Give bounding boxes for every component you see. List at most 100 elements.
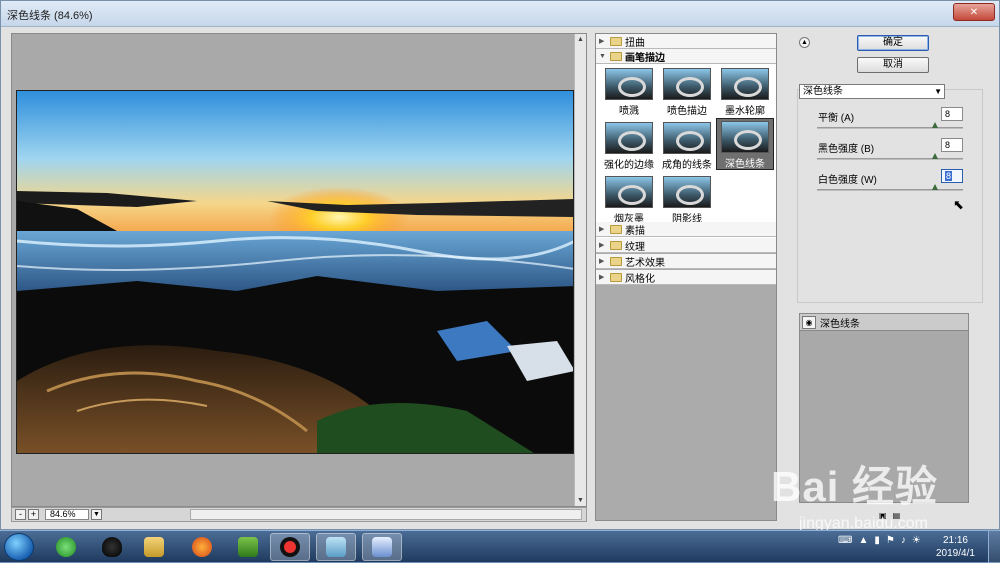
chevron-down-icon: ▼ bbox=[93, 511, 100, 518]
balance-slider-handle[interactable] bbox=[932, 122, 938, 128]
thumb-label: 成角的线条 bbox=[662, 160, 712, 171]
volume-icon[interactable]: ♪ bbox=[901, 535, 906, 546]
new-layer-icon[interactable]: ▣ bbox=[879, 511, 887, 520]
photoshop-icon[interactable] bbox=[362, 533, 402, 561]
network-icon[interactable]: ▮ bbox=[874, 535, 880, 546]
settings-panel: ▲ 确定 取消 深色线条 ▼ 平衡 (A) 8 黑色强度 (B) 8 白色强度 … bbox=[787, 33, 993, 521]
thumb-angled-strokes[interactable]: 成角的线条 bbox=[658, 120, 716, 171]
zoom-dropdown[interactable]: ▼ bbox=[91, 509, 102, 520]
show-desktop-button[interactable] bbox=[988, 531, 1000, 563]
chevron-up-icon: ▲ bbox=[801, 39, 808, 46]
white-intensity-slider[interactable] bbox=[817, 189, 963, 191]
thumb-spatter[interactable]: 喷溅 bbox=[600, 66, 658, 117]
thumbnail-image bbox=[605, 176, 653, 208]
thumb-crosshatch[interactable]: 阴影线 bbox=[658, 174, 716, 225]
title-bar: 深色线条 (84.6%) ✕ bbox=[1, 1, 999, 27]
start-button[interactable] bbox=[4, 533, 34, 561]
collapse-gallery-button[interactable]: ▲ bbox=[799, 37, 810, 48]
scroll-up-icon[interactable]: ▲ bbox=[577, 36, 584, 43]
thumbnail-image bbox=[721, 121, 769, 153]
thumbnail-image bbox=[605, 68, 653, 100]
app-icon[interactable] bbox=[316, 533, 356, 561]
category-brush-strokes[interactable]: ▼ 画笔描边 bbox=[596, 49, 776, 64]
thumb-label: 墨水轮廓 bbox=[725, 106, 765, 117]
cancel-button[interactable]: 取消 bbox=[857, 57, 929, 73]
preview-pane[interactable]: ▲ ▼ bbox=[11, 33, 587, 507]
explorer-icon[interactable] bbox=[134, 533, 174, 561]
close-button[interactable]: ✕ bbox=[953, 3, 995, 21]
keyboard-icon[interactable]: ⌨ bbox=[838, 535, 852, 546]
delete-layer-icon[interactable]: ▤ bbox=[893, 511, 901, 520]
qq-icon[interactable] bbox=[92, 533, 132, 561]
param-white-intensity: 白色强度 (W) 8 bbox=[807, 169, 963, 199]
category-label: 纹理 bbox=[625, 241, 645, 253]
white-intensity-input[interactable]: 8 bbox=[941, 169, 963, 183]
chevron-up-icon[interactable]: ▲ bbox=[858, 535, 868, 546]
thumb-sprayed-strokes[interactable]: 喷色描边 bbox=[658, 66, 716, 117]
thumbnail-image bbox=[721, 68, 769, 100]
clock[interactable]: 21:16 2019/4/1 bbox=[936, 534, 975, 560]
filter-select[interactable]: 深色线条 ▼ bbox=[799, 84, 945, 99]
param-balance: 平衡 (A) 8 bbox=[807, 107, 963, 137]
category-stylize[interactable]: ▶ 风格化 bbox=[596, 270, 776, 285]
category-sketch[interactable]: ▶ 素描 bbox=[596, 222, 776, 237]
preview-horizontal-scrollbar[interactable] bbox=[190, 509, 582, 520]
param-label: 黑色强度 (B) bbox=[818, 144, 875, 155]
preview-image[interactable] bbox=[16, 90, 574, 454]
eye-icon[interactable]: ◉ bbox=[802, 315, 816, 329]
thumbnail-image bbox=[605, 122, 653, 154]
clock-time: 21:16 bbox=[942, 535, 968, 546]
thumb-sumi-e[interactable]: 烟灰墨 bbox=[600, 174, 658, 225]
category-artistic[interactable]: ▶ 艺术效果 bbox=[596, 254, 776, 269]
preview-vertical-scrollbar[interactable]: ▲ ▼ bbox=[574, 34, 586, 506]
scroll-down-icon[interactable]: ▼ bbox=[577, 497, 584, 504]
zoom-bar: - + 84.6% ▼ bbox=[11, 507, 587, 522]
zoom-value[interactable]: 84.6% bbox=[45, 509, 89, 520]
balance-input[interactable]: 8 bbox=[941, 107, 963, 121]
browser-360-icon[interactable] bbox=[46, 533, 86, 561]
effect-layer-name: 深色线条 bbox=[820, 318, 860, 330]
thumb-ink-outlines[interactable]: 墨水轮廓 bbox=[716, 66, 774, 117]
weather-icon[interactable]: ☀ bbox=[912, 535, 921, 546]
black-intensity-slider[interactable] bbox=[817, 158, 963, 160]
folder-icon bbox=[610, 256, 622, 266]
chevron-down-icon: ▼ bbox=[934, 87, 942, 96]
thumb-dark-strokes[interactable]: 深色线条 bbox=[716, 118, 774, 170]
flag-icon[interactable]: ⚑ bbox=[886, 535, 895, 546]
filter-gallery: ▶ 扭曲 ▼ 画笔描边 喷溅 喷色描边 墨水轮廓 强化的边缘 成角的线条 深色线… bbox=[595, 33, 777, 521]
zoom-out-button[interactable]: - bbox=[15, 509, 26, 520]
close-icon: ✕ bbox=[969, 6, 979, 18]
folder-icon bbox=[610, 36, 622, 46]
firefox-icon[interactable] bbox=[182, 533, 222, 561]
black-intensity-slider-handle[interactable] bbox=[932, 153, 938, 159]
effect-layer-row[interactable]: ◉ 深色线条 bbox=[800, 314, 968, 331]
thumb-accented-edges[interactable]: 强化的边缘 bbox=[600, 120, 658, 171]
taskbar: ⌨ ▲ ▮ ⚑ ♪ ☀ 21:16 2019/4/1 bbox=[0, 530, 1000, 563]
mouse-cursor-icon: ⬉ bbox=[953, 197, 964, 212]
thumbnail-image bbox=[663, 68, 711, 100]
category-label: 画笔描边 bbox=[625, 52, 665, 64]
folder-icon bbox=[610, 224, 622, 234]
white-intensity-slider-handle[interactable] bbox=[932, 184, 938, 190]
recorder-icon[interactable] bbox=[270, 533, 310, 561]
clock-date: 2019/4/1 bbox=[936, 548, 975, 559]
thumb-label: 喷溅 bbox=[619, 106, 639, 117]
category-label: 艺术效果 bbox=[625, 257, 665, 269]
balance-slider[interactable] bbox=[817, 127, 963, 129]
zoom-in-button[interactable]: + bbox=[28, 509, 39, 520]
category-texture[interactable]: ▶ 纹理 bbox=[596, 238, 776, 253]
chevron-right-icon: ▶ bbox=[599, 226, 605, 233]
folder-icon bbox=[610, 51, 622, 61]
category-label: 风格化 bbox=[625, 273, 655, 285]
thumbnail-image bbox=[663, 122, 711, 154]
black-intensity-input[interactable]: 8 bbox=[941, 138, 963, 152]
category-distort[interactable]: ▶ 扭曲 bbox=[596, 34, 776, 49]
folder-icon bbox=[610, 272, 622, 282]
ok-button[interactable]: 确定 bbox=[857, 35, 929, 51]
param-label: 白色强度 (W) bbox=[818, 175, 877, 186]
chevron-right-icon: ▶ bbox=[599, 38, 605, 45]
effect-layers-panel: ◉ 深色线条 bbox=[799, 313, 969, 503]
thumbnail-image bbox=[663, 176, 711, 208]
media-player-icon[interactable] bbox=[228, 533, 268, 561]
thumb-label: 喷色描边 bbox=[667, 106, 707, 117]
